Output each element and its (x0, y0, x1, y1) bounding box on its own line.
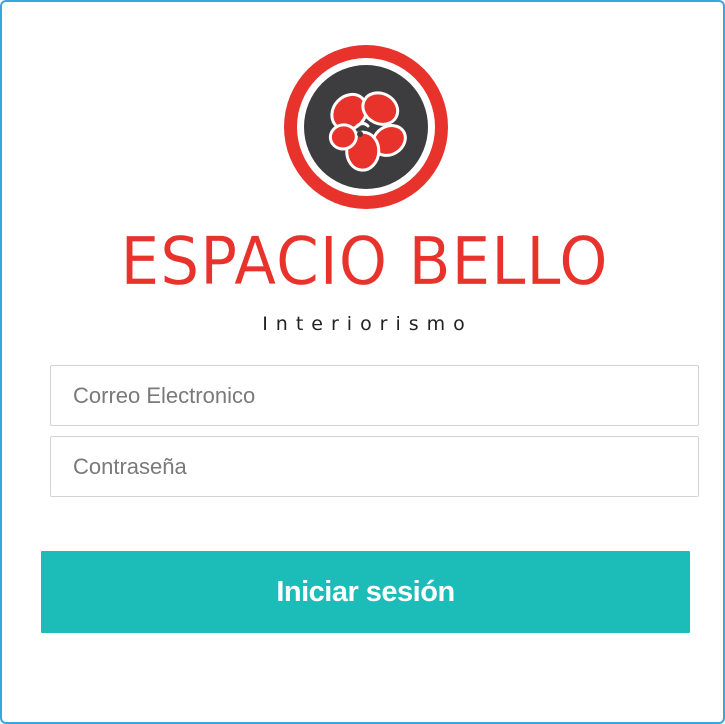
password-field[interactable] (50, 436, 699, 497)
login-button[interactable]: Iniciar sesión (41, 551, 690, 633)
brand-tagline: Interiorismo (262, 313, 473, 335)
email-field[interactable] (50, 365, 699, 426)
login-panel: ESPACIO BELLO Interiorismo Iniciar sesió… (0, 0, 725, 724)
brand-name: ESPACIO BELLO (120, 223, 609, 300)
flower-logo-icon (284, 45, 448, 209)
